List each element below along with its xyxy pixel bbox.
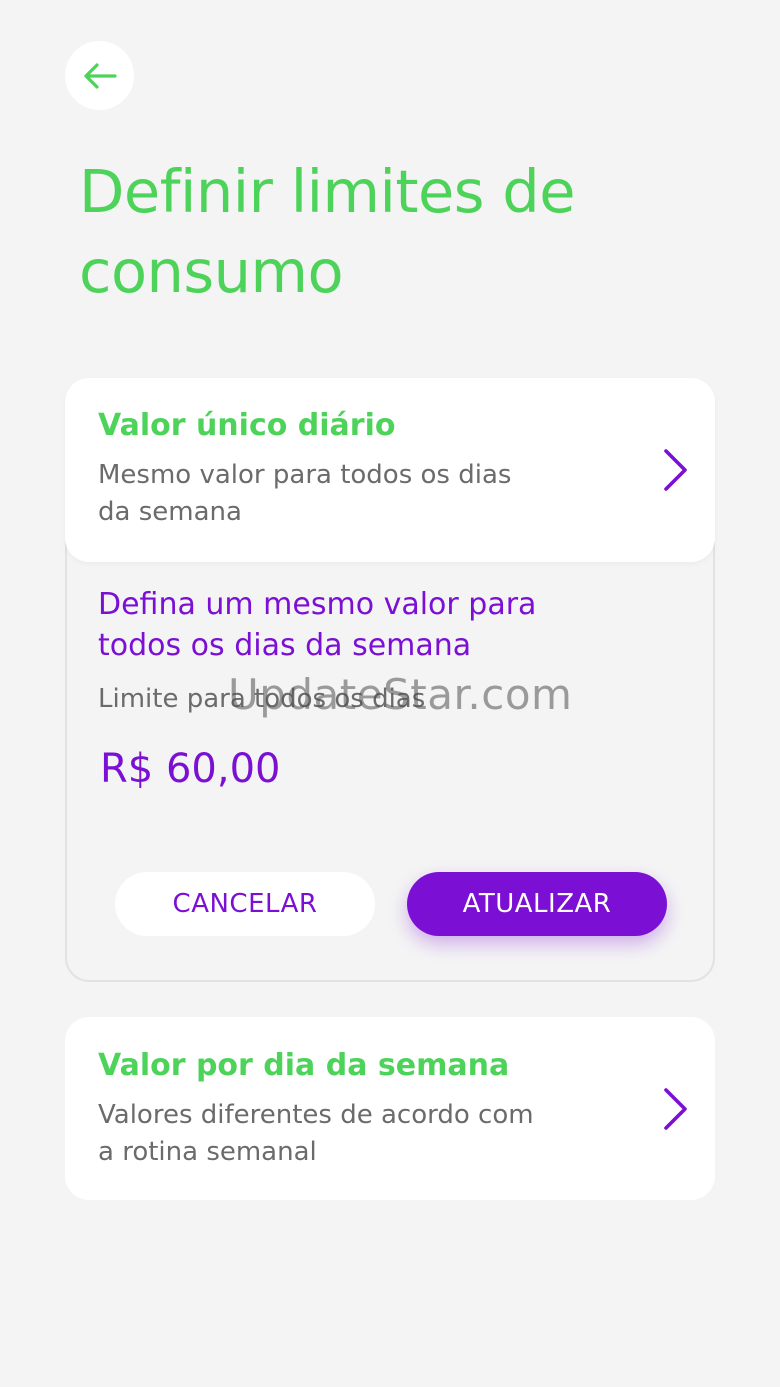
daily-panel-title: Defina um mesmo valor para todos os dias… [98,587,537,663]
limit-label: Limite para todos os dias [98,684,426,714]
weekly-option-title: Valor por dia da semana [98,1048,510,1083]
arrow-left-icon [83,62,117,89]
back-button[interactable] [65,41,134,110]
limit-value[interactable]: R$ 60,00 [100,746,280,792]
daily-limit-panel: Defina um mesmo valor para todos os dias… [65,540,715,982]
chevron-right-icon [664,449,687,491]
daily-single-value-option[interactable]: Valor único diário Mesmo valor para todo… [65,378,715,562]
daily-option-description: Mesmo valor para todos os dias da semana [98,460,512,527]
update-button[interactable]: ATUALIZAR [407,872,667,936]
daily-option-title: Valor único diário [98,408,396,443]
weekly-option-description: Valores diferentes de acordo com a rotin… [98,1100,534,1167]
chevron-right-icon [664,1087,687,1130]
per-weekday-value-option[interactable]: Valor por dia da semana Valores diferent… [65,1017,715,1200]
page-title: Definir limites de consumo [79,157,576,306]
cancel-button[interactable]: CANCELAR [115,872,375,936]
